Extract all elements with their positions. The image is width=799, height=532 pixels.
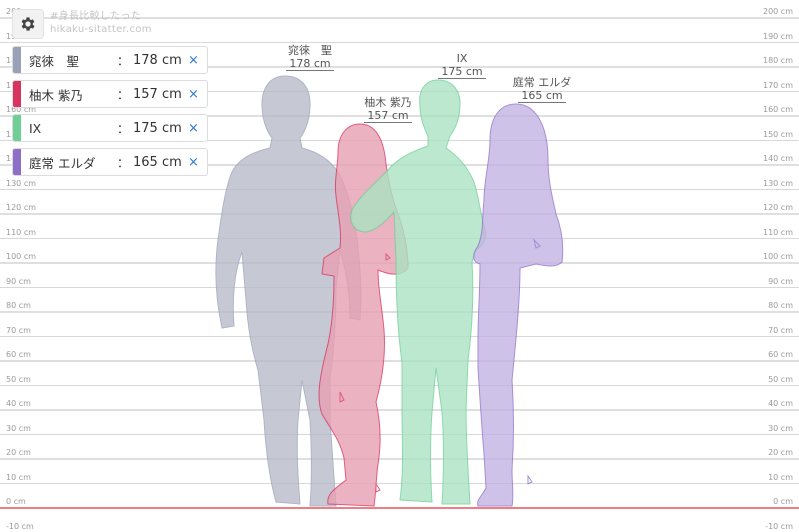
color-swatch [13,115,21,141]
person-height: 175 cm [133,120,182,136]
person-name: 柚木 紫乃 [29,87,83,103]
figure-height: 178 cm [286,57,334,71]
gear-icon [21,17,35,31]
separator: ： [117,155,130,170]
color-swatch [13,47,21,73]
person-name: 窕徠 聖 [29,53,80,69]
silhouette-person-4[interactable] [473,103,564,507]
person-list: 窕徠 聖 ： 178 cm × 柚木 紫乃 ： 157 cm × IX ： 17… [12,46,208,182]
person-height: 178 cm [133,52,182,68]
person-row[interactable]: 庭常 エルダ ： 165 cm × [12,148,208,176]
person-row[interactable]: 窕徠 聖 ： 178 cm × [12,46,208,74]
figure-label-person-2: 柚木 紫乃 157 cm [350,96,426,123]
person-name: 庭常 エルダ [29,155,96,171]
separator: ： [117,121,130,136]
separator: ： [117,53,130,68]
person-row[interactable]: 柚木 紫乃 ： 157 cm × [12,80,208,108]
brand-watermark: #身長比較したった hikaku-sitatter.com [50,10,152,36]
figure-name: IX [456,52,468,65]
figure-height: 165 cm [518,89,566,103]
figure-label-person-4: 庭常 エルダ 165 cm [502,76,582,103]
color-swatch [13,81,21,107]
person-height: 157 cm [133,86,182,102]
figure-label-person-1: 窕徠 聖 178 cm [268,44,352,71]
figure-label-person-3: IX 175 cm [424,52,500,79]
person-height: 165 cm [133,154,182,170]
person-row[interactable]: IX ： 175 cm × [12,114,208,142]
settings-button[interactable] [12,9,44,39]
remove-person-button[interactable]: × [188,155,199,170]
comparison-stage: -10 cm -10 cm 0 cm 0 cm 10 cm 10 cm 20 cm 20 cm… [0,0,799,531]
remove-person-button[interactable]: × [188,87,199,102]
person-name: IX [29,120,42,136]
color-swatch [13,149,21,175]
figure-name: 柚木 紫乃 [364,96,412,109]
figure-name: 庭常 エルダ [512,76,572,89]
figure-height: 175 cm [438,65,486,79]
remove-person-button[interactable]: × [188,53,199,68]
brand-url: hikaku-sitatter.com [50,24,152,35]
separator: ： [117,87,130,102]
figure-name: 窕徠 聖 [288,44,332,57]
brand-title: #身長比較したった [50,11,142,22]
remove-person-button[interactable]: × [188,121,199,136]
figure-height: 157 cm [364,109,412,123]
